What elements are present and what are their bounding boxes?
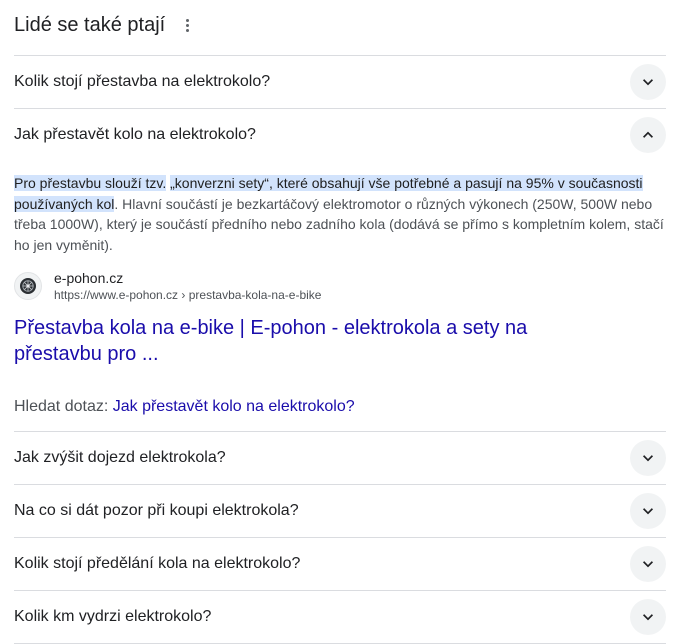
question-text: Kolik stojí předělání kola na elektrokol…	[14, 555, 301, 572]
site-favicon-icon	[14, 272, 42, 300]
site-name: e-pohon.cz	[54, 270, 124, 286]
chevron-down-icon[interactable]	[630, 493, 666, 529]
chevron-down-icon[interactable]	[630, 546, 666, 582]
search-query-link[interactable]: Jak přestavět kolo na elektrokolo?	[113, 398, 355, 415]
question-text: Jak přestavět kolo na elektrokolo?	[14, 126, 256, 143]
question-row-1[interactable]: Kolik stojí přestavba na elektrokolo?	[14, 56, 666, 109]
paa-header: Lidé se také ptají	[14, 0, 666, 56]
people-also-ask: Lidé se také ptají Kolik stojí přestavba…	[14, 0, 666, 644]
answer-highlight: Pro přestavbu slouží tzv.	[14, 175, 167, 191]
answer-text: Pro přestavbu slouží tzv. „konverzni set…	[14, 173, 666, 255]
question-text: Kolik stojí přestavba na elektrokolo?	[14, 73, 271, 90]
chevron-down-icon[interactable]	[630, 64, 666, 100]
source-info[interactable]: e-pohon.cz https://www.e-pohon.cz › pres…	[14, 269, 666, 303]
question-row-4[interactable]: Na co si dát pozor při koupi elektrokola…	[14, 485, 666, 538]
chevron-down-icon[interactable]	[630, 599, 666, 635]
source-meta: e-pohon.cz https://www.e-pohon.cz › pres…	[54, 269, 321, 303]
search-query: Hledat dotaz: Jak přestavět kolo na elek…	[14, 396, 666, 432]
question-row-3[interactable]: Jak zvýšit dojezd elektrokola?	[14, 432, 666, 485]
more-vert-icon[interactable]	[179, 16, 195, 36]
chevron-down-icon[interactable]	[630, 440, 666, 476]
chevron-up-icon[interactable]	[630, 117, 666, 153]
site-url: https://www.e-pohon.cz › prestavba-kola-…	[54, 288, 322, 302]
question-text: Na co si dát pozor při koupi elektrokola…	[14, 502, 299, 519]
question-row-open[interactable]: Jak přestavět kolo na elektrokolo?	[14, 109, 666, 161]
question-text: Jak zvýšit dojezd elektrokola?	[14, 449, 226, 466]
paa-title: Lidé se také ptají	[14, 14, 166, 36]
search-query-label: Hledat dotaz:	[14, 398, 109, 415]
question-text: Kolik km vydrzi elektrokolo?	[14, 608, 212, 625]
question-row-6[interactable]: Kolik km vydrzi elektrokolo?	[14, 591, 666, 644]
question-row-5[interactable]: Kolik stojí předělání kola na elektrokol…	[14, 538, 666, 591]
answer-panel: Pro přestavbu slouží tzv. „konverzni set…	[14, 161, 666, 432]
result-title-link[interactable]: Přestavba kola na e-bike | E-pohon - ele…	[14, 315, 554, 367]
